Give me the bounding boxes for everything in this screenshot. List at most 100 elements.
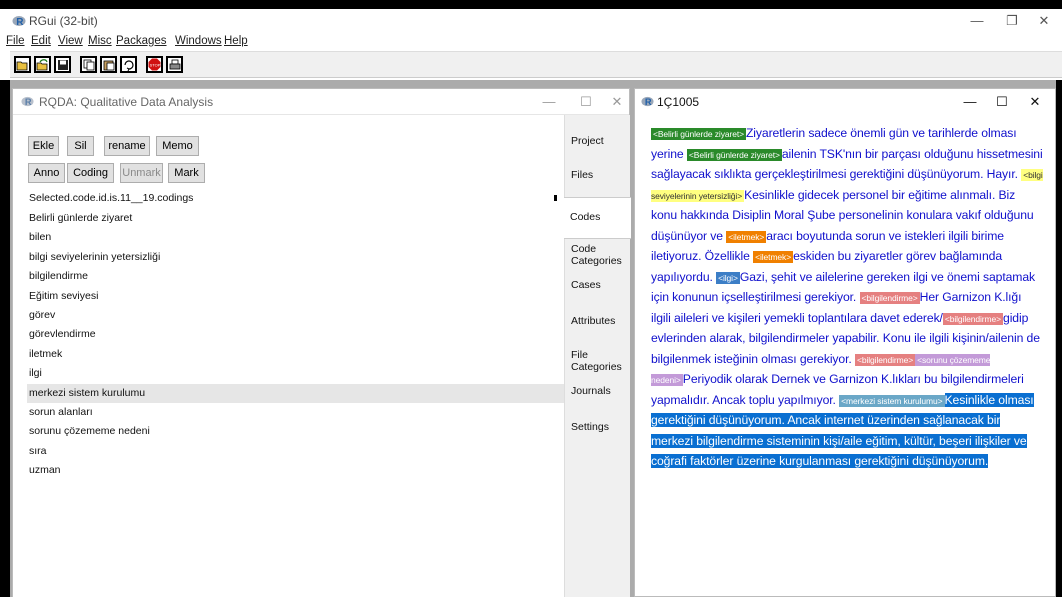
memo-button[interactable]: Memo (156, 136, 199, 156)
code-marker: <Belirli günlerde ziyaret> (686, 148, 782, 161)
menu-help[interactable]: Help (224, 35, 248, 47)
ekle-button[interactable]: Ekle (28, 136, 59, 156)
code-item[interactable]: bilgilendirme (27, 267, 564, 286)
toolbar: STOP (10, 51, 1062, 78)
stop-icon[interactable]: STOP (146, 56, 163, 73)
svg-text:R: R (645, 97, 652, 107)
code-marker: <bilgilendirme> (854, 353, 916, 366)
code-item[interactable]: Eğitim seviyesi (27, 287, 564, 306)
code-item[interactable]: görev (27, 306, 564, 325)
r-logo-icon: R (641, 96, 654, 107)
tab-code-categories[interactable]: Code Categories (565, 243, 625, 267)
paste-icon[interactable] (100, 56, 117, 73)
tab-codes[interactable]: Codes (564, 197, 631, 239)
code-item[interactable]: ilgi (27, 364, 564, 383)
unmark-button[interactable]: Unmark (120, 163, 163, 183)
code-marker: <ilgi> (716, 271, 740, 284)
tab-settings[interactable]: Settings (565, 421, 631, 433)
code-item[interactable]: bilgi seviyelerinin yetersizliği (27, 248, 564, 267)
tab-cases[interactable]: Cases (565, 279, 631, 291)
code-item[interactable]: uzman (27, 461, 564, 480)
restore-icon[interactable]: ❐ (1001, 13, 1023, 29)
code-marker: <iletmek> (753, 251, 794, 263)
copy-paste-icon[interactable] (120, 56, 137, 73)
document-window: R 1Ç1005 — ☐ ✕ <Belirli günlerde ziyaret… (634, 88, 1056, 597)
code-item[interactable]: Belirli günlerde ziyaret (27, 209, 564, 228)
code-marker: <Belirli günlerde ziyaret> (651, 128, 746, 140)
code-marker-selected: <merkezi sistem kurulumu> (839, 394, 945, 407)
menu-misc[interactable]: Misc (88, 35, 112, 47)
open-script-icon[interactable] (14, 56, 31, 73)
document-title-bar: R 1Ç1005 — ☐ ✕ (635, 89, 1055, 115)
rename-button[interactable]: rename (104, 136, 150, 156)
r-logo-icon: R (21, 96, 34, 107)
load-workspace-icon[interactable] (34, 56, 51, 73)
rqda-title: RQDA: Qualitative Data Analysis (39, 95, 214, 109)
code-item[interactable]: sorunu çözememe nedeni (27, 422, 564, 441)
mark-label: Mark (174, 167, 199, 179)
coded-text: <Belirli günlerde ziyaret> Ziyaretlerin s… (651, 123, 1043, 472)
menu-bar: File Edit View Misc Packages Windows Hel… (0, 33, 1062, 51)
tab-journals[interactable]: Journals (565, 385, 631, 397)
mark-button[interactable]: Mark (168, 163, 205, 183)
code-marker: <iletmek> (726, 230, 767, 243)
doc-minimize-icon[interactable]: — (959, 94, 981, 109)
menu-packages[interactable]: Packages (116, 35, 167, 47)
code-item-selected[interactable]: merkezi sistem kurulumu (27, 383, 564, 403)
rqda-title-bar: R RQDA: Qualitative Data Analysis — ☐ ✕ (13, 89, 629, 115)
ekle-label: Ekle (32, 140, 55, 152)
code-marker: <bilgilendirme> (859, 292, 920, 304)
menu-file[interactable]: File (6, 35, 25, 47)
rename-label: rename (108, 140, 146, 152)
selected-codings-label: Selected.code.id.is.11__19.codings (29, 192, 194, 204)
menu-view[interactable]: View (58, 35, 83, 47)
tab-project[interactable]: Project (565, 135, 631, 147)
unmark-label: Unmark (122, 167, 161, 179)
doc-close-icon[interactable]: ✕ (1024, 94, 1046, 110)
code-item[interactable]: sıra (27, 442, 564, 461)
rqda-tab-strip: Project Files Codes Code Categories Case… (564, 115, 631, 597)
print-icon[interactable] (166, 56, 183, 73)
close-icon[interactable]: ✕ (1033, 13, 1055, 29)
document-title: 1Ç1005 (657, 95, 700, 109)
anno-label: Anno (33, 167, 60, 179)
code-list: Belirli günlerde ziyaret bilen bilgi sev… (27, 209, 564, 480)
copy-icon[interactable] (80, 56, 97, 73)
title-bar: R RGui (32-bit) — ❐ ✕ (0, 9, 1062, 33)
code-item[interactable]: görevlendirme (27, 325, 564, 344)
svg-text:R: R (25, 97, 32, 107)
sil-button[interactable]: Sil (67, 136, 94, 156)
rqda-maximize-icon[interactable]: ☐ (575, 94, 597, 110)
svg-text:STOP: STOP (150, 62, 161, 67)
code-marker: <bilgilendirme> (942, 312, 1004, 325)
minimize-icon[interactable]: — (966, 13, 988, 28)
rqda-close-icon[interactable]: ✕ (606, 94, 628, 110)
menu-windows[interactable]: Windows (175, 35, 222, 47)
window-title: RGui (32-bit) (29, 14, 98, 28)
code-item[interactable]: sorun alanları (27, 403, 564, 422)
coding-label: Coding (73, 167, 108, 179)
splitter-marker (554, 195, 557, 201)
menu-edit[interactable]: Edit (31, 35, 51, 47)
left-edge (0, 80, 10, 597)
r-gui-window: R RGui (32-bit) — ❐ ✕ File Edit View Mis… (0, 0, 1062, 597)
coding-button[interactable]: Coding (67, 163, 114, 183)
sil-label: Sil (74, 140, 87, 152)
right-edge (1056, 80, 1062, 597)
document-text[interactable]: <Belirli günlerde ziyaret> Ziyaretlerin s… (651, 123, 1043, 597)
anno-button[interactable]: Anno (28, 163, 65, 183)
tab-attributes[interactable]: Attributes (565, 315, 631, 327)
r-logo-icon: R (12, 16, 26, 28)
memo-label: Memo (162, 140, 193, 152)
svg-text:R: R (16, 17, 24, 28)
save-icon[interactable] (54, 56, 71, 73)
tab-file-categories[interactable]: File Categories (565, 349, 625, 373)
doc-maximize-icon[interactable]: ☐ (991, 94, 1013, 110)
top-edge (0, 0, 1062, 9)
rqda-minimize-icon[interactable]: — (538, 94, 560, 109)
codes-pane: Ekle Sil rename Memo Anno Coding Unmark … (13, 115, 564, 597)
tab-files[interactable]: Files (565, 169, 631, 181)
rqda-window: R RQDA: Qualitative Data Analysis — ☐ ✕ … (12, 88, 631, 597)
code-item[interactable]: bilen (27, 228, 564, 247)
code-item[interactable]: iletmek (27, 345, 564, 364)
